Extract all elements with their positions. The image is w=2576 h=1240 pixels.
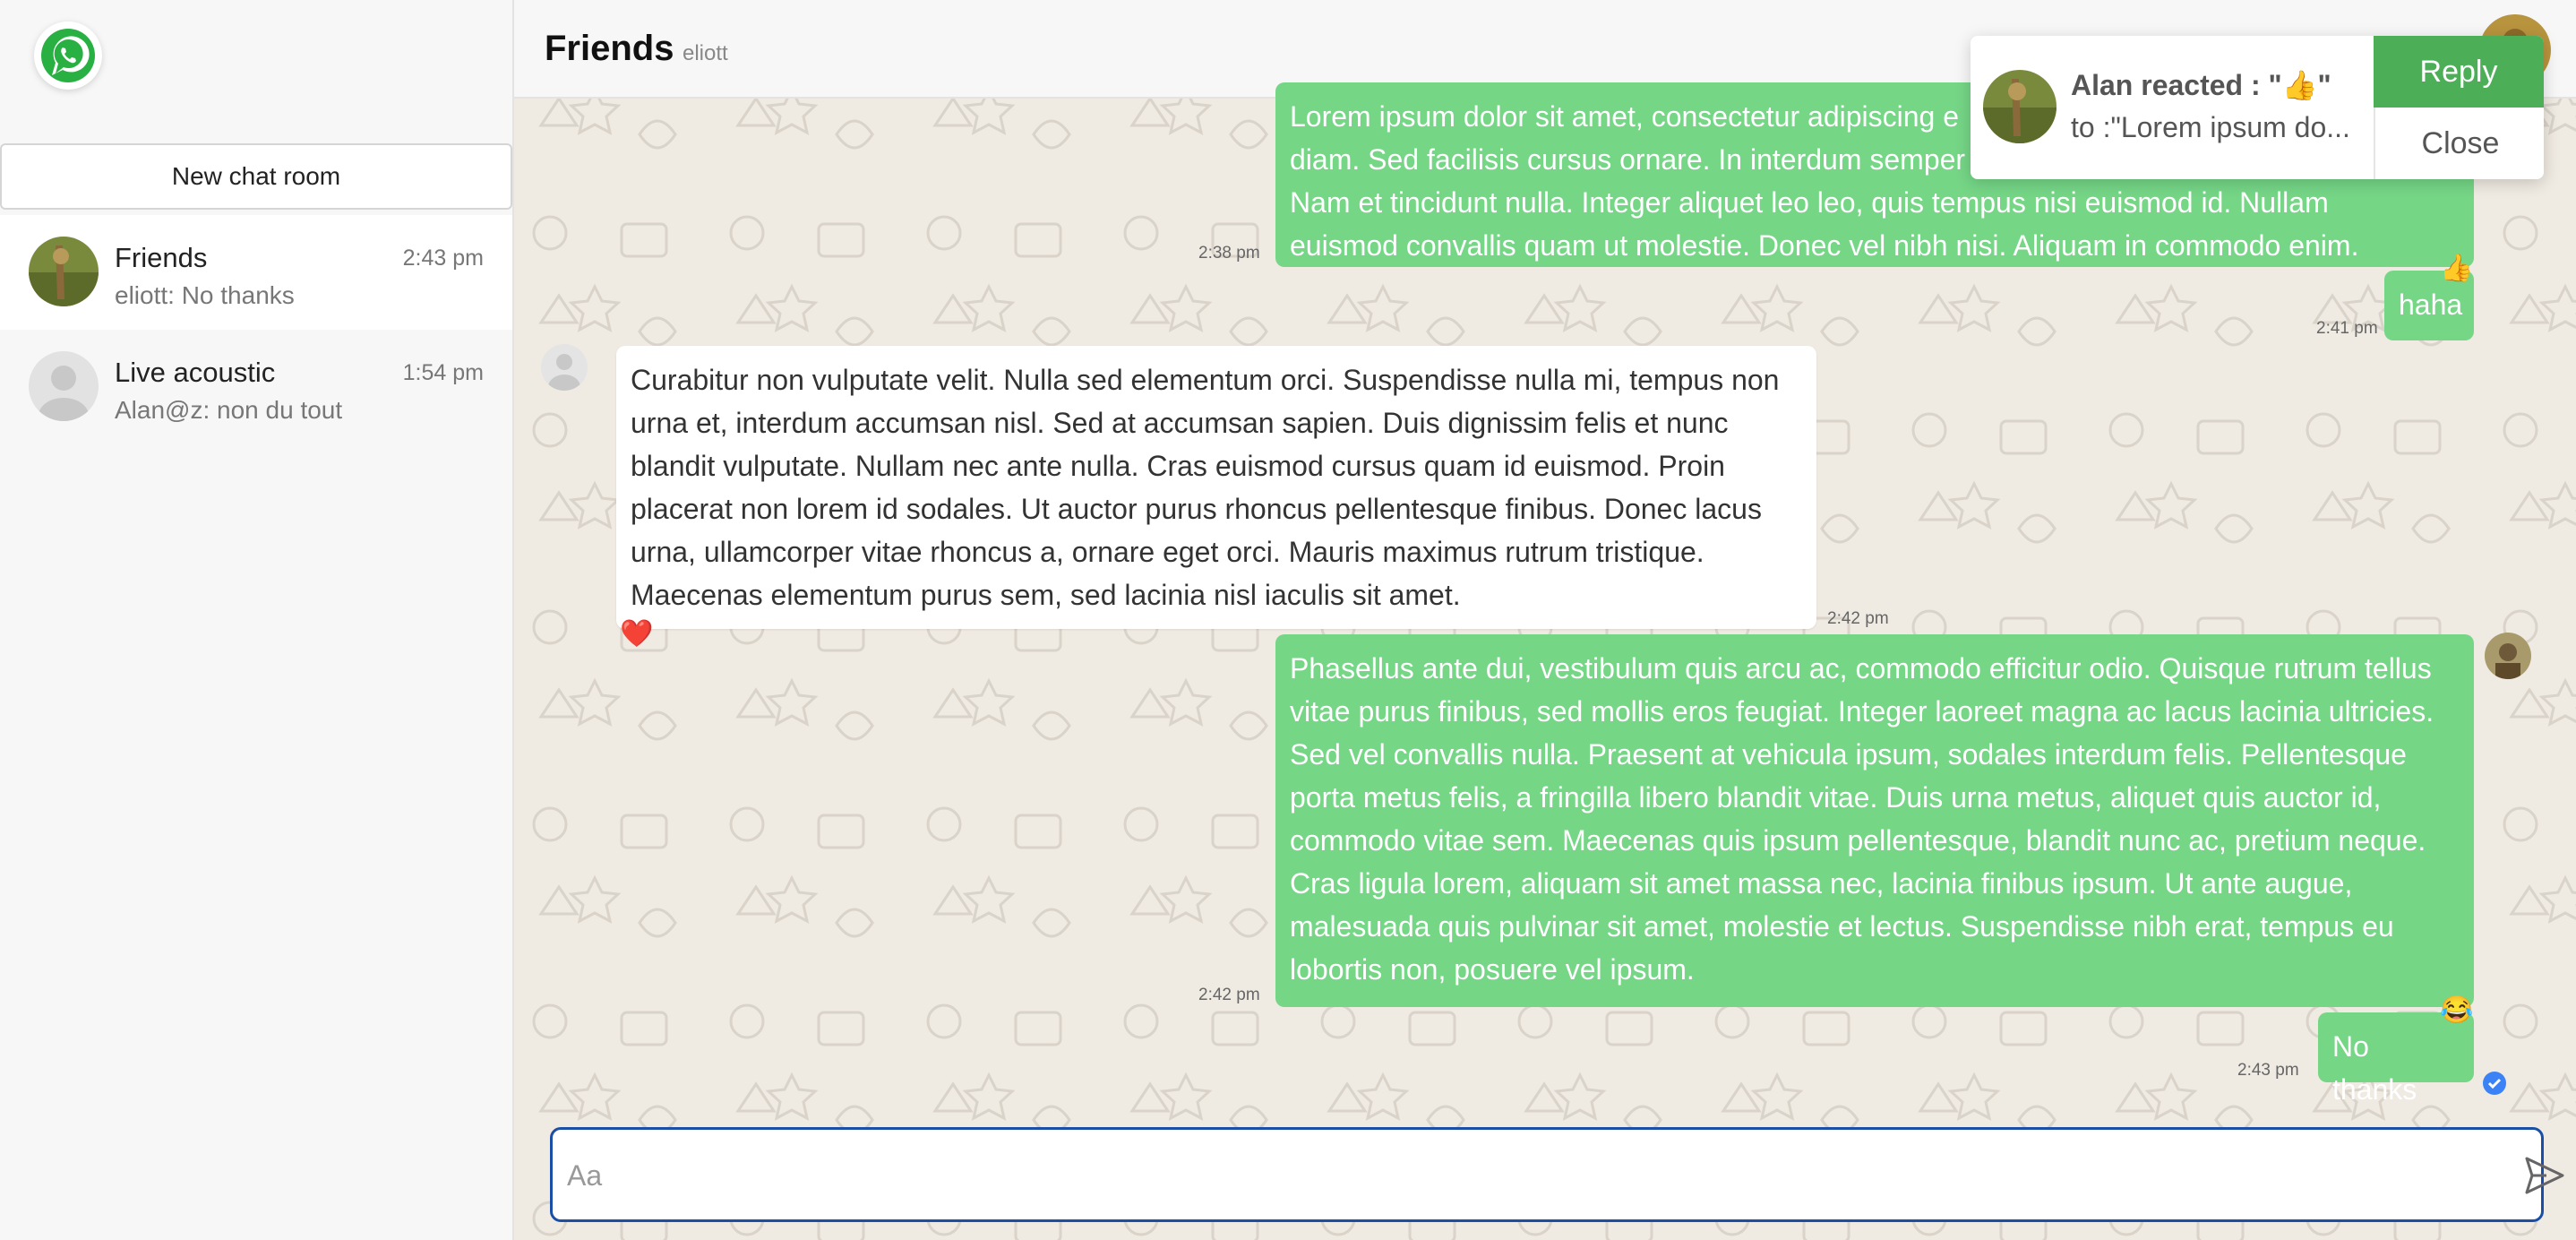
new-chat-room-button[interactable]: New chat room bbox=[0, 143, 512, 210]
message-bubble-outgoing[interactable]: Phasellus ante dui, vestibulum quis arcu… bbox=[1275, 634, 2474, 1007]
close-button[interactable]: Close bbox=[2374, 108, 2544, 179]
conversation-time: 2:43 pm bbox=[402, 245, 484, 271]
avatar bbox=[29, 351, 99, 421]
send-icon[interactable] bbox=[2520, 1151, 2568, 1200]
conversation-item-live-acoustic[interactable]: Live acoustic 1:54 pm Alan@z: non du tou… bbox=[0, 330, 512, 444]
whatsapp-logo-icon[interactable] bbox=[34, 22, 102, 90]
message-text: Curabitur non vulputate velit. Nulla sed… bbox=[631, 364, 1780, 611]
reaction-thumbs-up-icon[interactable]: 👍 bbox=[2440, 253, 2473, 284]
message-composer bbox=[550, 1127, 2564, 1222]
conversation-time: 1:54 pm bbox=[402, 360, 484, 385]
conversation-item-friends[interactable]: Friends 2:43 pm eliott: No thanks bbox=[0, 215, 512, 330]
notification-body: to :"Lorem ipsum do... bbox=[2071, 111, 2350, 143]
message-text: Nam et tincidunt nulla. Integer aliquet … bbox=[1290, 186, 2329, 219]
message-text: euismod convallis quam ut molestie. Done… bbox=[1290, 229, 2359, 262]
message-text: Phasellus ante dui, vestibulum quis arcu… bbox=[1290, 652, 2434, 986]
read-receipt-icon bbox=[2483, 1072, 2506, 1095]
notification-avatar bbox=[1983, 70, 2057, 143]
conversation-name: Friends bbox=[115, 242, 208, 273]
reaction-laughing-icon[interactable]: 😂 bbox=[2440, 995, 2473, 1026]
message-bubble-incoming[interactable]: Curabitur non vulputate velit. Nulla sed… bbox=[616, 346, 1816, 629]
sidebar: New chat room Friends 2:43 pm eliott: No… bbox=[0, 0, 514, 1240]
message-timestamp: 2:41 pm bbox=[2316, 319, 2378, 338]
chat-panel: Friends eliott Lorem ipsum dolor sit ame… bbox=[514, 0, 2576, 1240]
message-text: haha bbox=[2399, 288, 2463, 321]
message-timestamp: 2:43 pm bbox=[2237, 1061, 2299, 1080]
sender-avatar bbox=[541, 344, 588, 391]
chat-subtitle: eliott bbox=[683, 41, 728, 65]
avatar bbox=[29, 237, 99, 306]
notification-title: Alan reacted : "👍" bbox=[2071, 69, 2331, 101]
message-timestamp: 2:42 pm bbox=[1827, 609, 1889, 628]
message-input[interactable] bbox=[565, 1150, 2450, 1201]
chat-title: Friends bbox=[545, 29, 674, 68]
message-text: No thanks bbox=[2332, 1030, 2417, 1106]
conversation-preview: eliott: No thanks bbox=[115, 281, 295, 309]
conversation-preview: Alan@z: non du tout bbox=[115, 396, 343, 424]
reply-button[interactable]: Reply bbox=[2374, 36, 2544, 108]
reaction-heart-icon[interactable]: ❤️ bbox=[620, 618, 653, 650]
sender-avatar bbox=[2485, 633, 2531, 679]
conversation-name: Live acoustic bbox=[115, 357, 276, 388]
message-timestamp: 2:42 pm bbox=[1198, 986, 1260, 1004]
message-timestamp: 2:38 pm bbox=[1198, 244, 1260, 263]
reaction-notification: Alan reacted : "👍" to :"Lorem ipsum do..… bbox=[1971, 36, 2544, 179]
